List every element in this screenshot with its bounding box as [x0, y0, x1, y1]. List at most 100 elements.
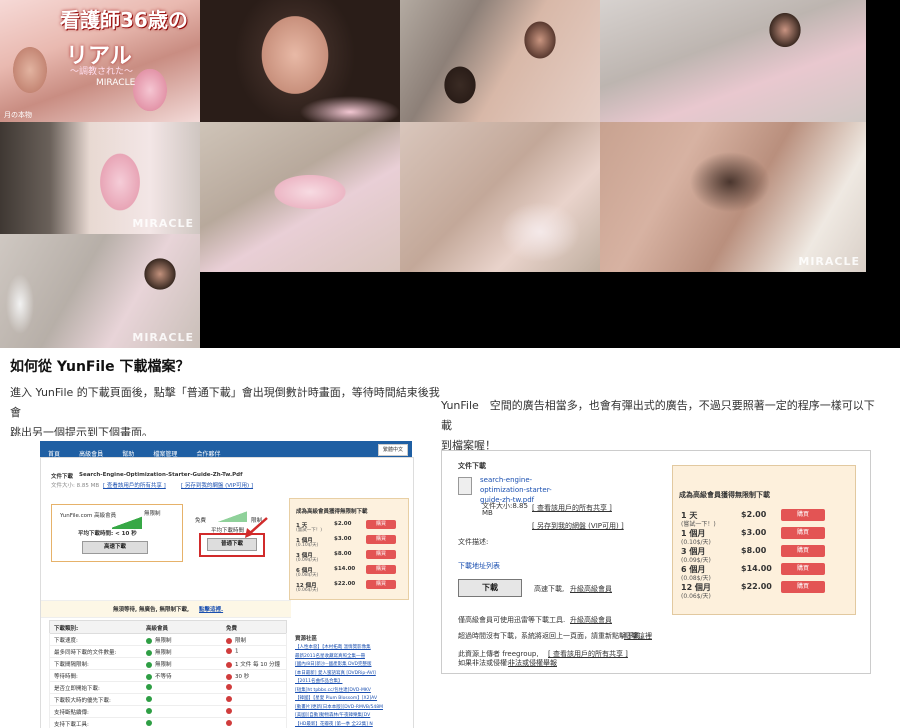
buy-button[interactable]: 購買 — [366, 580, 396, 589]
table-header-cell: 下載類別: — [54, 626, 79, 632]
left-paragraph: 進入 YunFile 的下載頁面後，點擊「普通下載」會出現倒數計時畫面，等待時間… — [10, 383, 440, 443]
hot-item-link[interactable]: [美國][自動]動物森林/午夜韓樂集[DV — [295, 712, 370, 718]
table-row: 支持下載工具: — [49, 717, 287, 728]
check-icon — [146, 684, 152, 690]
hot-item-link[interactable]: 【2011名曲作品合集】 — [295, 678, 342, 684]
hot-resources: 資源社區 【人性本惡】【木村拓哉 溫情獎影像集 最新2011名星收藏寫真照全集一冊… — [295, 634, 405, 728]
buy-button[interactable]: 購買 — [366, 565, 396, 574]
normal-download-button[interactable]: 普通下載 — [207, 538, 257, 551]
row-label: 下載速度: — [54, 638, 78, 644]
tip-tools: 僅高級會員可使用迅雷等下載工具. — [458, 616, 566, 624]
row-label: 下載間隔限制: — [54, 662, 89, 668]
download-button[interactable]: 下載 — [458, 579, 522, 597]
buy-button[interactable]: 購買 — [781, 581, 825, 593]
tip-report-link[interactable]: 非法或侵權舉報 — [508, 658, 557, 668]
photo-thumbnail-3[interactable] — [400, 0, 600, 122]
vip-value — [146, 696, 155, 703]
hot-item-link[interactable]: [動畫片]更新[日本本版][DVD-RMVB/548M — [295, 704, 383, 710]
buy-button[interactable]: 購買 — [781, 527, 825, 539]
plan-note: (嘗試一下！) — [681, 521, 716, 528]
plan-note: (0.09$/天) — [296, 558, 319, 563]
photo-thumbnail-2[interactable] — [200, 0, 400, 122]
hot-item-link[interactable]: [本日最新] 愛人蜜語寫真 [DVDRip-AVI] — [295, 670, 376, 676]
tip-timeout-link[interactable]: 點擊這裡 — [624, 631, 652, 641]
buy-button[interactable]: 購買 — [781, 545, 825, 557]
plan-price: $22.00 — [741, 582, 772, 591]
price-box: 成為高級會員獲得無限制下載 1 天 (嘗試一下！) $2.00 購買 1 個月 (0.10… — [289, 498, 409, 600]
check-icon — [146, 708, 152, 714]
cross-icon — [226, 684, 232, 690]
left-paragraph-line: 進入 YunFile 的下載頁面後，點擊「普通下載」會出現倒數計時畫面，等待時間… — [10, 386, 440, 419]
file-size-unit: MB — [482, 509, 493, 517]
save-to-disk-link[interactable]: [ 另存到我的網盤 (VIP可用) ] — [181, 481, 253, 489]
vip-download-box: YunFile.com 高級會員 無限制 平均下載時間: < 10 秒 高速下載 — [51, 504, 183, 562]
plan-price: $8.00 — [741, 546, 767, 555]
download-panel: 文件下載 Search-Engine-Optimization-Starter-… — [40, 457, 414, 728]
photo-thumbnail-4[interactable] — [600, 0, 866, 122]
plan-note: (0.10$/天) — [681, 539, 711, 546]
tip-uploader-link[interactable]: [ 查看該用戶的所有共享 ] — [548, 649, 628, 659]
language-select[interactable]: 繁體中文 — [377, 444, 408, 456]
plan-note: (0.10$/天) — [296, 543, 319, 548]
upgrade-link[interactable]: 升級高級會員 — [570, 584, 612, 594]
photo-thumbnail-7[interactable] — [400, 122, 600, 272]
black-background — [200, 272, 900, 348]
fast-download-button[interactable]: 高速下載 — [82, 541, 148, 554]
buy-button[interactable]: 購買 — [366, 550, 396, 559]
row-label: 支持斷點續傳: — [54, 710, 89, 716]
plan-price: $2.00 — [741, 510, 767, 519]
watermark: MIRACLE — [132, 331, 194, 344]
tip-timeout: 超過時間沒有下載，系統將返回上一頁面，請重新點擊下載， — [458, 632, 647, 640]
save-to-disk-link[interactable]: [ 另存到我的網盤 (VIP可用) ] — [532, 521, 624, 531]
promo-banner: 無須等待, 無廣告, 無限制下載, 點擊這裡. — [41, 600, 291, 618]
hot-item-link[interactable]: 最新2011名星收藏寫真照全集一冊 — [295, 653, 365, 659]
cover-title: 看護師36歳の — [60, 8, 188, 32]
free-value — [226, 684, 235, 691]
tip-report: 如果非法或侵權: — [458, 659, 510, 667]
free-value: 限制 — [226, 636, 246, 644]
table-header-cell: 免費 — [226, 626, 238, 632]
photo-thumbnail-6[interactable] — [200, 122, 400, 272]
file-heading: 文件下載 — [51, 474, 74, 480]
photo-thumbnail-9[interactable]: MIRACLE — [0, 234, 200, 348]
promo-link[interactable]: 點擊這裡. — [199, 605, 223, 613]
hot-heading: 資源社區 — [295, 636, 318, 642]
file-name: Search-Engine-Optimization-Starter-Guide… — [79, 472, 243, 478]
view-shares-link[interactable]: [ 查看該用戶的所有共享 ] — [532, 503, 612, 513]
file-desc-label: 文件描述: — [458, 538, 489, 546]
yunfile-download-screenshot: 文件下載 search-engine-optimization-starter-… — [441, 450, 871, 674]
cover-tagline: ～調教された～ — [70, 67, 134, 77]
cross-icon — [226, 637, 232, 644]
hot-item-link[interactable]: 【HD最新】花瓣夜 [第一季 全22集] N — [295, 721, 373, 727]
check-icon — [146, 696, 152, 702]
price-heading: 成為高級會員獲得無限制下載 — [679, 491, 770, 499]
photo-thumbnail-8[interactable]: MIRACLE — [600, 122, 866, 272]
view-shares-link[interactable]: [ 查看該用戶的所有共享 ] — [103, 481, 166, 489]
buy-button[interactable]: 購買 — [781, 563, 825, 575]
free-value — [226, 696, 235, 703]
hot-item-link[interactable]: 【韓國】【星愛 Plum Blossom】[X2]AV — [295, 695, 377, 701]
free-value — [226, 720, 235, 727]
tip-tools-link[interactable]: 升級高級會員 — [570, 615, 612, 625]
hot-item-link[interactable]: [國內/8日]新沙--國產影集 DVD完整版 — [295, 661, 372, 667]
table-header-cell: 高級會員 — [146, 626, 169, 632]
check-icon — [146, 637, 152, 644]
plan-price: $14.00 — [741, 564, 772, 573]
buy-button[interactable]: 購買 — [366, 535, 396, 544]
cover-thumbnail[interactable]: 看護師36歳の リアル ～調教された～ MIRACLE 月の本物 — [0, 0, 200, 122]
avg-time: 平均下載時間: < 10 秒 — [78, 531, 137, 537]
cross-icon — [226, 673, 232, 680]
row-label: 最多同時下載的文件數量: — [54, 650, 117, 656]
plan-price: $2.00 — [334, 521, 352, 527]
buy-button[interactable]: 購買 — [781, 509, 825, 521]
download-list-link[interactable]: 下載地址列表 — [458, 561, 500, 571]
buy-button[interactable]: 購買 — [366, 520, 396, 529]
comparison-table: 下載類別: 高級會員 免費 下載速度: 無限制 限制 最多同時下載的文件數量: 無限制 1… — [49, 620, 287, 728]
price-box: 成為高級會員獲得無限制下載 1 天 (嘗試一下！) $2.00 購買 1 個月 (0.10… — [672, 465, 856, 615]
check-icon — [146, 649, 152, 656]
file-heading: 文件下載 — [458, 462, 486, 470]
cross-icon — [226, 720, 232, 726]
hot-item-link[interactable]: 【人性本惡】【木村拓哉 溫情獎影像集 — [295, 644, 371, 650]
hot-item-link[interactable]: [短集]ht tpbbs.cc/包住達[DVD-MKV — [295, 687, 371, 693]
photo-thumbnail-5[interactable]: MIRACLE — [0, 122, 200, 234]
